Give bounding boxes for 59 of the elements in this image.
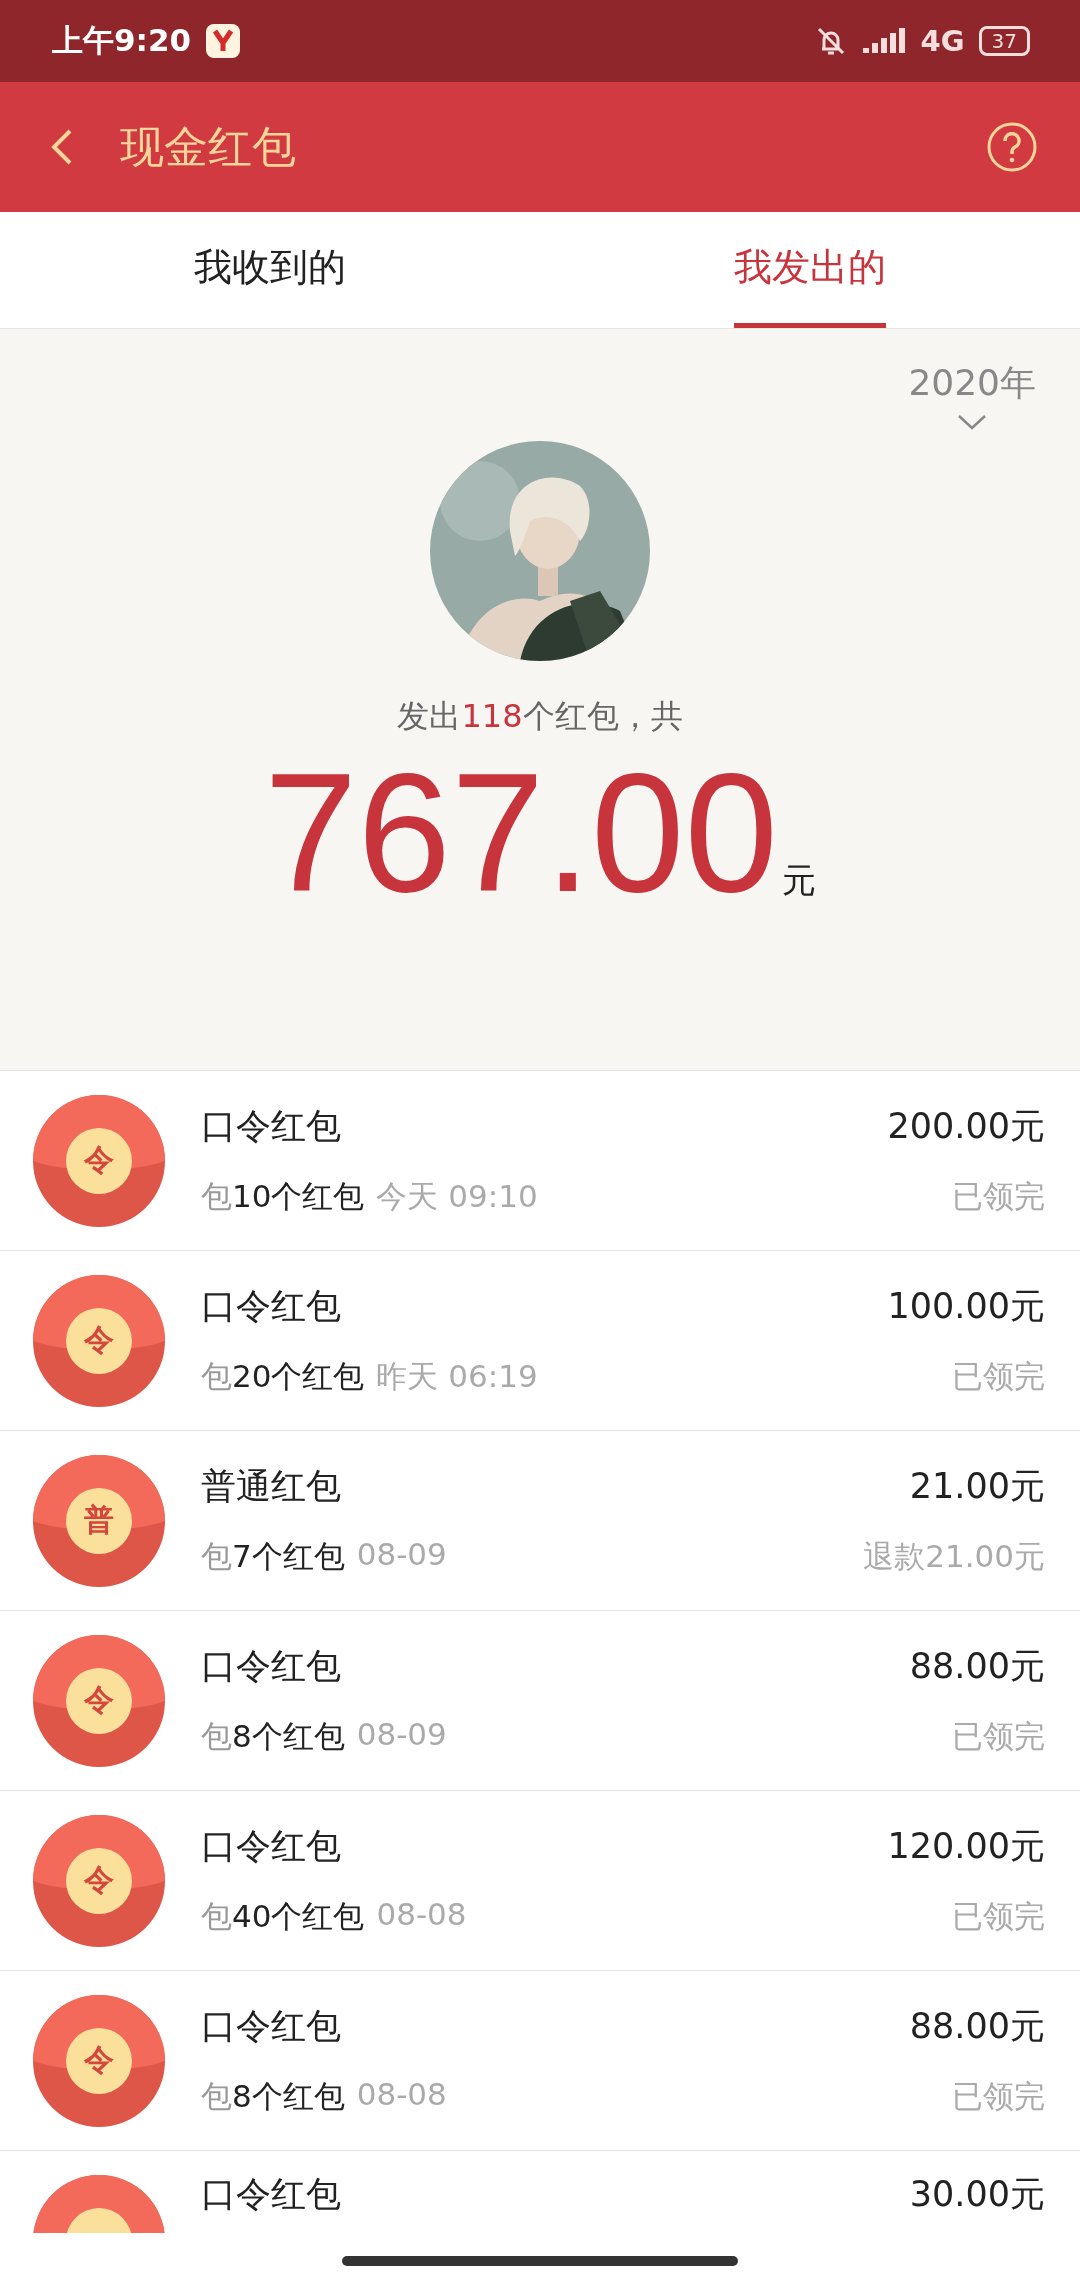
packet-row[interactable]: 普 普通红包 包7个红包 08-09 21.00元 退款21.00元 bbox=[0, 1431, 1080, 1611]
envelope-icon: 普 bbox=[33, 1454, 165, 1587]
packet-amount: 120.00元 bbox=[887, 1825, 1045, 1868]
packet-count: 包10个红包 bbox=[201, 1177, 365, 1216]
packet-count: 包8个红包 bbox=[201, 2077, 345, 2116]
envelope-icon: 令 bbox=[33, 1094, 165, 1227]
packet-status: 已领完 bbox=[952, 1897, 1045, 1936]
packet-title: 口令红包 bbox=[201, 2005, 342, 2048]
packet-amount: 200.00元 bbox=[887, 1105, 1045, 1148]
packet-title: 口令红包 bbox=[201, 1105, 342, 1148]
packet-row[interactable]: 令 口令红包 包8个红包 08-09 88.00元 已领完 bbox=[0, 1611, 1080, 1791]
packet-row[interactable]: 令 口令红包 包40个红包 08-08 120.00元 已领完 bbox=[0, 1791, 1080, 1971]
packet-row[interactable]: 令 口令红包 包8个红包 08-08 88.00元 已领完 bbox=[0, 1971, 1080, 2151]
packet-row[interactable]: 令 口令红包 包10个红包 今天 09:10 200.00元 已领完 bbox=[0, 1071, 1080, 1251]
currency-unit: 元 bbox=[781, 858, 816, 902]
packet-time: 08-09 bbox=[356, 1536, 447, 1574]
packet-count: 包8个红包 bbox=[201, 1717, 345, 1756]
packet-time: 昨天 06:19 bbox=[376, 1357, 538, 1396]
help-icon[interactable] bbox=[986, 121, 1038, 173]
packet-amount: 88.00元 bbox=[909, 1645, 1045, 1688]
packet-status: 已领完 bbox=[952, 2077, 1045, 2116]
packet-status: 已领完 bbox=[952, 1177, 1045, 1216]
packet-amount: 21.00元 bbox=[909, 1465, 1045, 1508]
packet-row[interactable]: 口令红包 30.00元 bbox=[0, 2151, 1080, 2280]
chevron-down-icon[interactable] bbox=[957, 414, 988, 430]
packet-title: 口令红包 bbox=[201, 1825, 342, 1868]
packet-amount: 100.00元 bbox=[887, 1285, 1045, 1328]
back-icon[interactable] bbox=[50, 127, 74, 167]
packet-title: 口令红包 bbox=[201, 1285, 342, 1328]
packet-count: 包20个红包 bbox=[201, 1357, 365, 1396]
envelope-icon bbox=[33, 2175, 165, 2233]
envelope-icon: 令 bbox=[33, 1994, 165, 2127]
packet-time: 08-09 bbox=[356, 1716, 447, 1754]
signal-icon bbox=[862, 26, 907, 56]
tab[interactable]: 我收到的 bbox=[194, 212, 346, 328]
packet-time: 08-08 bbox=[376, 1896, 467, 1934]
packet-row[interactable]: 令 口令红包 包20个红包 昨天 06:19 100.00元 已领完 bbox=[0, 1251, 1080, 1431]
packet-amount: 30.00元 bbox=[909, 2173, 1045, 2216]
packet-title: 普通红包 bbox=[201, 1465, 342, 1508]
packet-count: 包7个红包 bbox=[201, 1537, 345, 1576]
envelope-icon: 令 bbox=[33, 1634, 165, 1767]
packet-count: 包40个红包 bbox=[201, 1897, 365, 1936]
envelope-icon: 令 bbox=[33, 1274, 165, 1407]
network-label: 4G bbox=[920, 24, 965, 58]
packet-time: 08-08 bbox=[356, 2076, 447, 2114]
total-amount: 767.00 bbox=[264, 741, 778, 926]
status-time: 上午9:20 bbox=[52, 21, 192, 60]
summary-text: 发出 118个红包，共 bbox=[397, 696, 683, 737]
envelope-icon: 令 bbox=[33, 1814, 165, 1947]
packet-status: 已领完 bbox=[952, 1357, 1045, 1396]
packet-status: 已领完 bbox=[952, 1717, 1045, 1756]
app-icon bbox=[205, 23, 242, 59]
packet-title: 口令红包 bbox=[201, 1645, 342, 1688]
packet-status: 退款21.00元 bbox=[863, 1537, 1045, 1576]
packet-amount: 88.00元 bbox=[909, 2005, 1045, 2048]
battery-indicator: 37 bbox=[978, 26, 1030, 56]
packet-time: 今天 09:10 bbox=[376, 1177, 538, 1216]
page-title: 现金红包 bbox=[120, 119, 296, 174]
packet-title: 口令红包 bbox=[201, 2173, 342, 2216]
